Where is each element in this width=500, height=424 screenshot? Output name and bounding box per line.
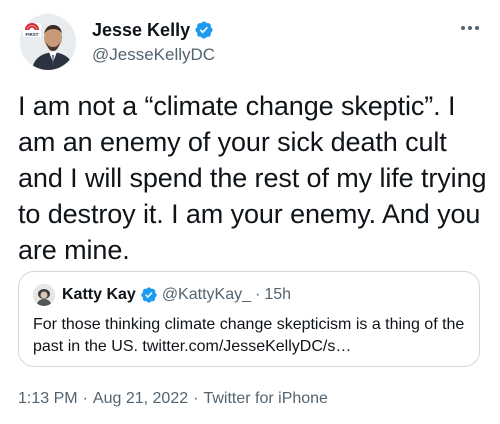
author-display-name[interactable]: Jesse Kelly xyxy=(92,18,190,42)
tweet-date[interactable]: Aug 21, 2022 xyxy=(93,390,188,408)
quote-display-name: Katty Kay xyxy=(62,286,136,303)
author-avatar[interactable]: FIRST xyxy=(20,14,76,70)
more-options-button[interactable] xyxy=(458,18,482,38)
author-avatar-image: FIRST xyxy=(20,14,76,70)
quote-avatar-image xyxy=(33,284,55,306)
meta-separator: · xyxy=(82,390,88,407)
tweet-source[interactable]: Twitter for iPhone xyxy=(203,390,328,408)
quote-handle: @KattyKay_ xyxy=(161,286,251,303)
tweet-card: FIRST Jesse Kelly @JesseKellyDC I am not… xyxy=(0,0,500,424)
quote-header: Katty Kay @KattyKay_ · 15h xyxy=(62,284,291,306)
avatar-logo-text: FIRST xyxy=(26,32,39,37)
meta-separator: · xyxy=(193,390,199,407)
quote-author-avatar[interactable] xyxy=(33,284,55,306)
quote-text: For those thinking climate change skepti… xyxy=(33,316,465,355)
quoted-tweet[interactable]: Katty Kay @KattyKay_ · 15h For those thi… xyxy=(18,271,480,367)
author-handle[interactable]: @JesseKellyDC xyxy=(92,44,215,66)
author-name-row: Jesse Kelly xyxy=(92,18,214,42)
quote-verified-badge-icon xyxy=(141,287,157,303)
tweet-meta: 1:13 PM · Aug 21, 2022 · Twitter for iPh… xyxy=(18,390,328,408)
more-horizontal-icon xyxy=(461,26,479,30)
quote-separator: · xyxy=(254,286,261,303)
tweet-time[interactable]: 1:13 PM xyxy=(18,390,78,408)
quote-timestamp[interactable]: 15h xyxy=(264,286,291,304)
verified-badge-icon xyxy=(195,21,213,39)
tweet-text: I am not a “climate change skeptic”. I a… xyxy=(18,91,487,265)
